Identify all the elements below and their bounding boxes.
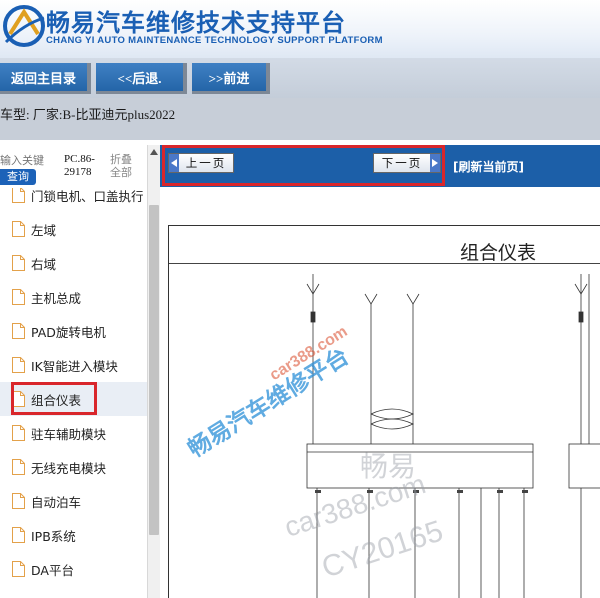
tree-item-label: IK智能进入模块 bbox=[31, 358, 118, 374]
wiring-schematic bbox=[306, 274, 600, 598]
tree-item[interactable]: 驻车辅助模块 bbox=[0, 416, 147, 450]
tree-item-label: 驻车辅助模块 bbox=[31, 426, 107, 442]
document-icon bbox=[12, 221, 25, 237]
brand-title: 畅易汽车维修技术支持平台 bbox=[46, 9, 346, 37]
app-header: 畅易汽车维修技术支持平台 CHANG YI AUTO MAINTENANCE T… bbox=[0, 0, 600, 58]
nav-bar: 返回主目录 <<后退. >>前进 bbox=[0, 58, 600, 98]
main-panel: 上一页 下一页 [刷新当前页] 组合仪表 car388.com 畅易汽车维修平台… bbox=[160, 145, 600, 598]
tree-item-label: IPB系统 bbox=[31, 528, 76, 544]
tree-item[interactable]: DA平台 bbox=[0, 552, 147, 586]
tree-item[interactable]: IPB系统 bbox=[0, 518, 147, 552]
tree-item[interactable]: 右域 bbox=[0, 246, 147, 280]
home-button[interactable]: 返回主目录 bbox=[0, 63, 91, 94]
scroll-thumb[interactable] bbox=[149, 205, 159, 535]
tree-item[interactable]: 主机总成 bbox=[0, 280, 147, 314]
tree-item[interactable]: 无线充电模块 bbox=[0, 450, 147, 484]
refresh-page-link[interactable]: [刷新当前页] bbox=[453, 158, 524, 175]
search-input[interactable] bbox=[0, 151, 60, 169]
vehicle-info-bar: 车型: 厂家:B-比亚迪元plus2022 bbox=[0, 98, 600, 140]
pager-highlight-box bbox=[162, 145, 445, 186]
vehicle-label: 车型: 厂家:B-比亚迪元plus2022 bbox=[0, 107, 176, 122]
tree-item[interactable]: 自动泊车 bbox=[0, 484, 147, 518]
tree-item-label: 无线充电模块 bbox=[31, 460, 107, 476]
document-icon bbox=[12, 188, 25, 203]
tree-item-label: PAD旋转电机 bbox=[31, 324, 106, 340]
tree-item-label: 主机总成 bbox=[31, 290, 82, 306]
document-icon bbox=[12, 425, 25, 441]
sidebar-scrollbar[interactable] bbox=[147, 145, 160, 598]
document-icon bbox=[12, 493, 25, 509]
document-icon bbox=[12, 255, 25, 271]
document-icon bbox=[12, 459, 25, 475]
document-icon bbox=[12, 357, 25, 373]
document-icon bbox=[12, 527, 25, 543]
forward-button[interactable]: >>前进 bbox=[192, 63, 270, 94]
tree-item-label: 自动泊车 bbox=[31, 494, 82, 510]
search-button[interactable]: 查询 bbox=[0, 169, 36, 185]
tree-item-label: 门锁电机、口盖执行 bbox=[31, 188, 144, 204]
tree-item[interactable]: PAD旋转电机 bbox=[0, 314, 147, 348]
back-button[interactable]: <<后退. bbox=[96, 63, 187, 94]
sidebar: 查询 PC.86-29178 折叠全部 门锁电机、口盖执行左域右域主机总成 PAD… bbox=[0, 145, 160, 598]
chang-yi-logo bbox=[3, 5, 45, 47]
scroll-up-arrow-icon[interactable] bbox=[148, 145, 160, 158]
tree-item-label: 左域 bbox=[31, 222, 57, 238]
tree-item-label: 右域 bbox=[31, 256, 57, 272]
pc-code: PC.86-29178 bbox=[64, 153, 95, 178]
document-icon bbox=[12, 561, 25, 577]
tree-item[interactable]: 门锁电机、口盖执行 bbox=[0, 188, 147, 212]
diagram-title: 组合仪表 bbox=[460, 242, 537, 264]
tree-item-label: DA平台 bbox=[31, 562, 74, 578]
tree-item[interactable]: 左域 bbox=[0, 212, 147, 246]
document-icon bbox=[12, 289, 25, 305]
selected-item-highlight-box bbox=[11, 382, 97, 415]
brand-subtitle: CHANG YI AUTO MAINTENANCE TECHNOLOGY SUP… bbox=[46, 35, 383, 46]
collapse-all-button[interactable]: 折叠全部 bbox=[110, 153, 140, 179]
tree-list: 门锁电机、口盖执行 左域 右域 主机总成 PAD旋转电机 IK智能进入模块 组合仪表 驻车辅助… bbox=[0, 188, 147, 598]
search-area: 查询 PC.86-29178 折叠全部 bbox=[0, 145, 160, 188]
document-icon bbox=[12, 323, 25, 339]
tree-item[interactable]: IK智能进入模块 bbox=[0, 348, 147, 382]
